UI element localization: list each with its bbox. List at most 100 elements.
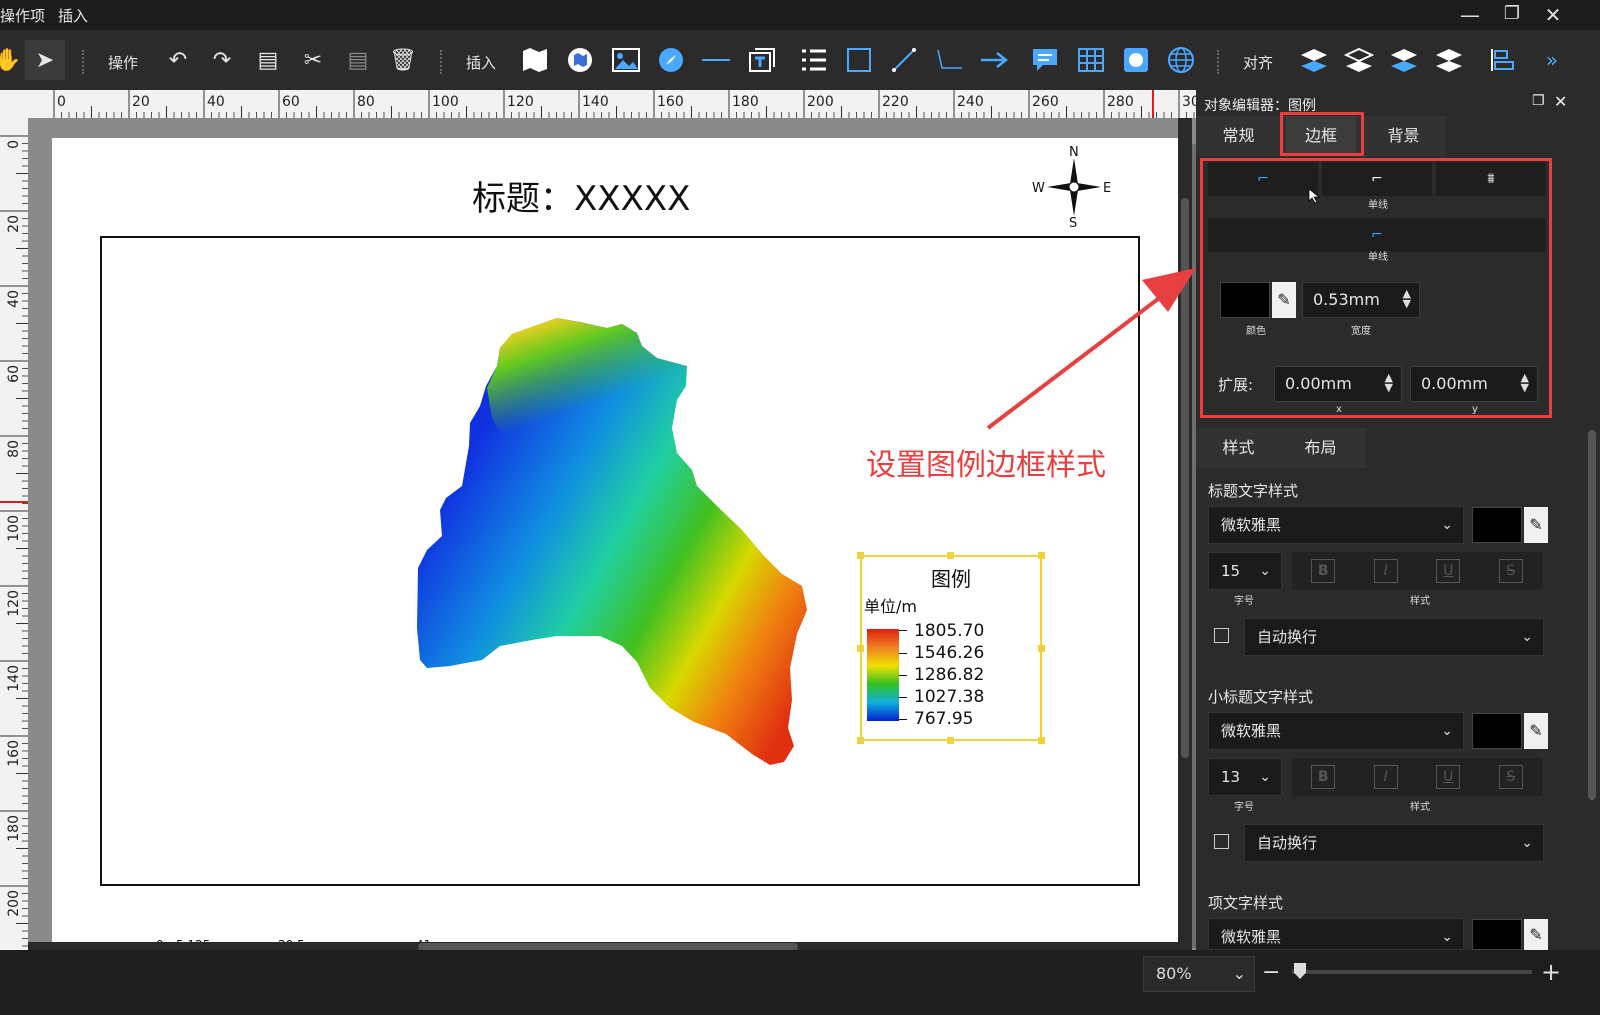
title-font-value: 微软雅黑 (1221, 516, 1282, 534)
legend-value-1: 1805.70 (914, 621, 985, 641)
undo-icon[interactable]: ↶ (158, 40, 198, 80)
layout-canvas[interactable]: 标题：XXXXX N S W E (28, 118, 1208, 990)
table-icon[interactable] (1071, 40, 1111, 80)
legend-tick (899, 675, 907, 676)
subtitle-wrap-select[interactable]: 自动换行 ⌄ (1244, 824, 1544, 862)
resize-handle[interactable] (947, 552, 954, 559)
panel-scroll-thumb[interactable] (1588, 430, 1596, 800)
image-icon[interactable] (606, 40, 646, 80)
north-arrow-icon[interactable]: N S W E (1027, 146, 1117, 228)
cut-icon[interactable]: ✂ (293, 40, 333, 80)
page[interactable]: 标题：XXXXX N S W E (52, 138, 1190, 990)
canvas-vertical-scrollbar[interactable] (1178, 118, 1192, 968)
polyline-icon[interactable] (929, 40, 969, 80)
eyedropper-icon[interactable]: ✎ (1524, 919, 1548, 950)
pan-icon[interactable]: ✋ (0, 40, 28, 80)
minimize-icon[interactable]: — (1455, 3, 1485, 27)
title-color-swatch[interactable] (1472, 507, 1522, 543)
ruler-label: 220 (882, 94, 909, 110)
eyedropper-icon[interactable]: ✎ (1524, 713, 1548, 749)
title-wrap-select[interactable]: 自动换行 ⌄ (1244, 618, 1544, 656)
bold-icon[interactable]: B (1311, 559, 1336, 583)
tab-background[interactable]: 背景 (1381, 116, 1426, 156)
toolbar-separator (440, 50, 442, 74)
paste-icon[interactable]: ▤ (338, 40, 378, 80)
resize-handle[interactable] (857, 552, 864, 559)
line-icon[interactable] (884, 40, 924, 80)
subtitle-font-select[interactable]: 微软雅黑 ⌄ (1208, 712, 1464, 750)
resize-handle[interactable] (1038, 737, 1045, 744)
menu-insert[interactable]: 插入 (58, 5, 88, 26)
tab-style[interactable]: 样式 (1216, 428, 1261, 468)
legend-value-3: 1286.82 (914, 665, 985, 685)
overview-icon[interactable] (1116, 40, 1156, 80)
legend-tick (899, 719, 907, 720)
delete-icon[interactable]: 🗑 (383, 40, 423, 80)
map-title[interactable]: 标题：XXXXX (472, 171, 690, 220)
resize-handle[interactable] (1038, 552, 1045, 559)
strikethrough-icon[interactable]: S (1498, 559, 1523, 583)
italic-icon[interactable]: I (1373, 765, 1398, 789)
callout-icon[interactable] (1025, 40, 1065, 80)
title-size-select[interactable]: 15 ⌄ (1208, 552, 1282, 590)
underline-icon[interactable]: U (1436, 559, 1461, 583)
underline-icon[interactable]: U (1436, 765, 1461, 789)
resize-handle[interactable] (1038, 645, 1045, 652)
resize-handle[interactable] (857, 645, 864, 652)
redo-icon[interactable]: ↷ (202, 40, 242, 80)
ruler-label: 140 (6, 665, 22, 692)
eyedropper-icon[interactable]: ✎ (1524, 507, 1548, 543)
legend-icon[interactable] (794, 40, 834, 80)
subtitle-font-value: 微软雅黑 (1221, 722, 1282, 740)
tab-general[interactable]: 常规 (1216, 116, 1261, 156)
panel-close-icon[interactable]: ✕ (1554, 92, 1567, 111)
select-icon[interactable]: ➤ (25, 40, 65, 80)
italic-icon[interactable]: I (1373, 559, 1398, 583)
zoom-select[interactable]: 80% ⌄ (1143, 956, 1255, 992)
restore-icon[interactable]: ❐ (1497, 3, 1527, 24)
send-back-icon[interactable] (1429, 40, 1469, 80)
legend-value-5: 767.95 (914, 709, 974, 729)
scalebar-icon[interactable] (696, 40, 736, 80)
legend-value-4: 1027.38 (914, 687, 985, 707)
zoom-out-icon[interactable]: − (1262, 960, 1280, 985)
map-icon[interactable] (515, 40, 555, 80)
resize-handle[interactable] (857, 737, 864, 744)
panel-float-icon[interactable]: ❐ (1532, 93, 1545, 109)
compass-n: N (1069, 146, 1079, 160)
bring-front-icon[interactable] (1294, 40, 1334, 80)
rectangle-icon[interactable] (839, 40, 879, 80)
bring-forward-icon[interactable] (1339, 40, 1379, 80)
size-caption: 字号 (1234, 802, 1254, 813)
bold-icon[interactable]: B (1311, 765, 1336, 789)
map-frame-icon[interactable] (560, 40, 600, 80)
menu-operations[interactable]: 操作项 (0, 5, 45, 26)
ruler-label: 200 (6, 890, 22, 917)
text-icon[interactable] (741, 40, 781, 80)
subtitle-size-select[interactable]: 13 ⌄ (1208, 758, 1282, 796)
zoom-slider[interactable] (1292, 963, 1532, 979)
ruler-label: 120 (6, 590, 22, 617)
send-backward-icon[interactable] (1384, 40, 1424, 80)
close-icon[interactable]: ✕ (1538, 3, 1568, 27)
resize-handle[interactable] (947, 737, 954, 744)
item-style-label: 项文字样式 (1208, 894, 1284, 912)
compass-icon[interactable] (651, 40, 691, 80)
zoom-in-icon[interactable]: + (1541, 958, 1561, 986)
toolbar-more-icon[interactable]: » (1532, 40, 1572, 80)
subtitle-wrap-checkbox[interactable] (1214, 834, 1229, 849)
item-font-select[interactable]: 微软雅黑 ⌄ (1208, 918, 1464, 950)
item-color-swatch[interactable] (1472, 919, 1522, 950)
align-left-icon[interactable] (1482, 40, 1522, 80)
title-wrap-checkbox[interactable] (1214, 628, 1229, 643)
subtitle-color-swatch[interactable] (1472, 713, 1522, 749)
strikethrough-icon[interactable]: S (1498, 765, 1523, 789)
scroll-thumb[interactable] (1181, 198, 1189, 758)
legend[interactable]: 图例 单位/m 1805.70 1546.26 1286.82 1027.38 … (857, 552, 1045, 744)
arrow-icon[interactable] (974, 40, 1014, 80)
globe-icon[interactable] (1161, 40, 1201, 80)
chevron-down-icon: ⌄ (1441, 517, 1453, 533)
title-font-select[interactable]: 微软雅黑 ⌄ (1208, 506, 1464, 544)
tab-layout[interactable]: 布局 (1298, 428, 1343, 468)
select-all-icon[interactable]: ▤ (248, 40, 288, 80)
